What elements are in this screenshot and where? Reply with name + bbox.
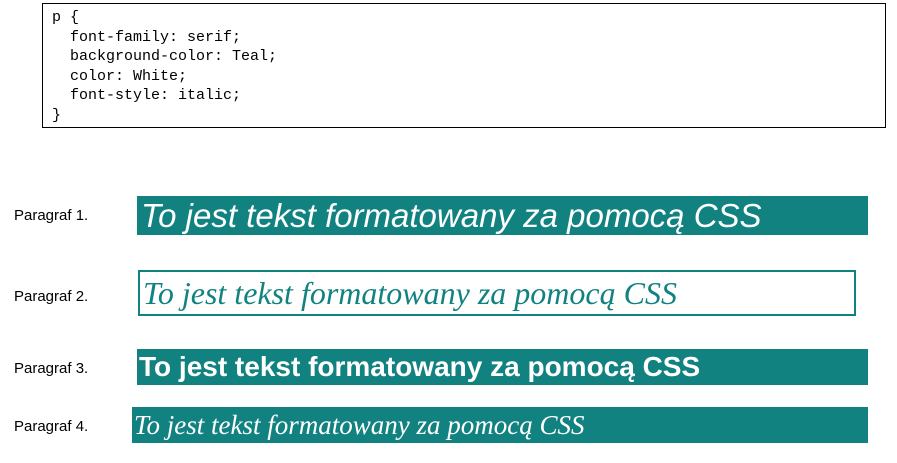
code-line: font-style: italic; xyxy=(52,87,242,105)
paragraph-1-label: Paragraf 1. xyxy=(14,207,89,224)
code-line: } xyxy=(52,106,62,124)
paragraph-4-label: Paragraf 4. xyxy=(14,418,89,435)
code-line: font-family: serif; xyxy=(52,28,242,46)
paragraph-2-label: Paragraf 2. xyxy=(14,288,89,305)
paragraph-1-sample: To jest tekst formatowany za pomocą CSS xyxy=(137,196,868,235)
paragraph-3-sample: To jest tekst formatowany za pomocą CSS xyxy=(137,349,868,385)
paragraph-4-sample: To jest tekst formatowany za pomocą CSS xyxy=(132,407,868,443)
paragraph-2-sample: To jest tekst formatowany za pomocą CSS xyxy=(138,270,856,316)
code-line: p { xyxy=(52,9,80,26)
css-code-block: p { font-family: serif; background-color… xyxy=(42,3,886,128)
code-line: background-color: Teal; xyxy=(52,48,278,66)
code-line: color: White; xyxy=(52,67,188,85)
document-page: { "code": { "lines": [ "p {", " font-fam… xyxy=(0,0,897,463)
paragraph-3-label: Paragraf 3. xyxy=(14,360,89,377)
